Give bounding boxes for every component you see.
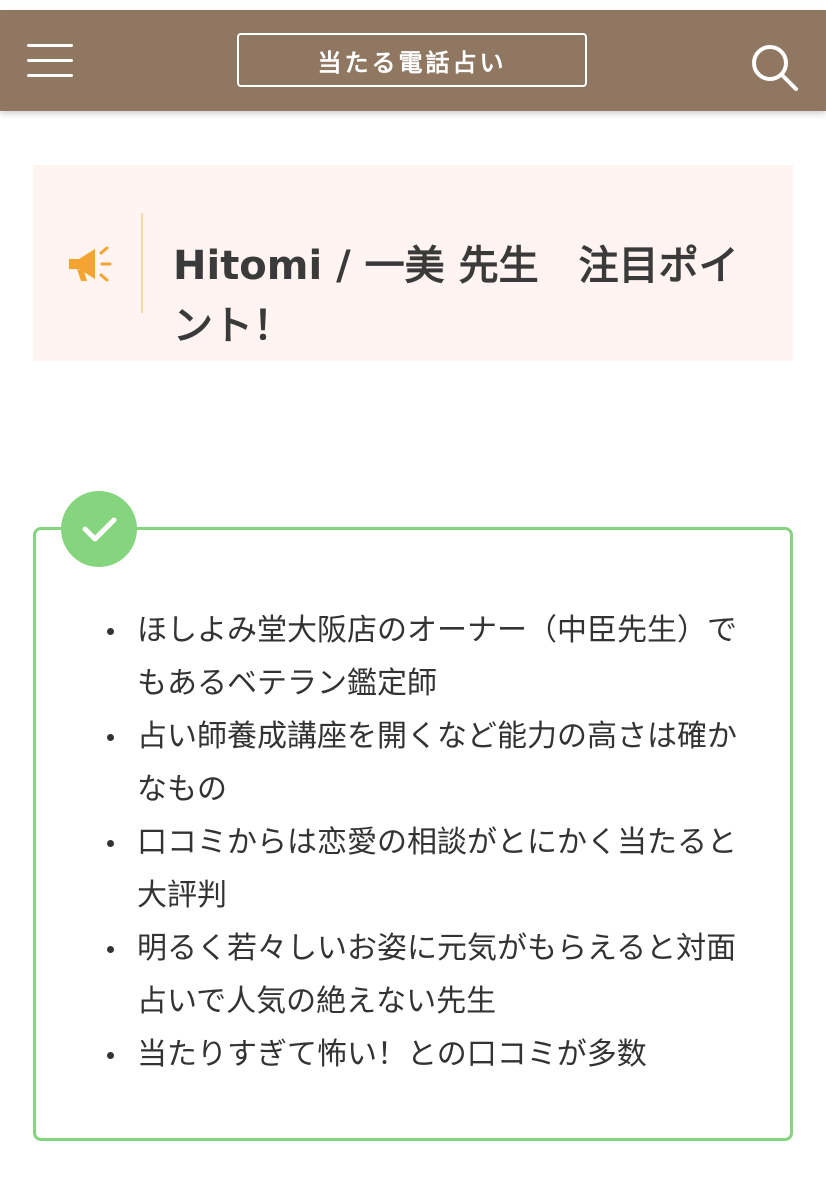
list-item: 口コミからは恋愛の相談がとにかく当たると大評判 xyxy=(107,816,747,922)
hamburger-menu-icon[interactable] xyxy=(27,44,73,78)
list-item: 占い師養成講座を開くなど能力の高さは確かなもの xyxy=(107,710,747,816)
checklist: ほしよみ堂大阪店のオーナー（中臣先生）でもあるベテラン鑑定師 占い師養成講座を開… xyxy=(107,604,747,1081)
menu-bar xyxy=(27,59,73,62)
title-divider xyxy=(141,213,143,313)
point-title: Hitomi / 一美 先生 注目ポイント！ xyxy=(173,243,739,350)
site-header: 当たる電話占い xyxy=(0,10,826,111)
list-item: ほしよみ堂大阪店のオーナー（中臣先生）でもあるベテラン鑑定師 xyxy=(107,604,747,710)
search-icon[interactable] xyxy=(748,41,800,93)
checkmark-icon xyxy=(61,491,137,567)
status-strip xyxy=(0,0,826,10)
list-item: 当たりすぎて怖い！との口コミが多数 xyxy=(107,1028,747,1081)
notable-points-box: Hitomi / 一美 先生 注目ポイント！ xyxy=(33,165,793,361)
site-logo-link[interactable]: 当たる電話占い xyxy=(237,33,587,87)
menu-bar xyxy=(27,44,73,47)
list-item: 明るく若々しいお姿に元気がもらえると対面占いで人気の絶えない先生 xyxy=(107,922,747,1028)
megaphone-icon xyxy=(65,241,115,287)
menu-bar xyxy=(27,74,73,77)
